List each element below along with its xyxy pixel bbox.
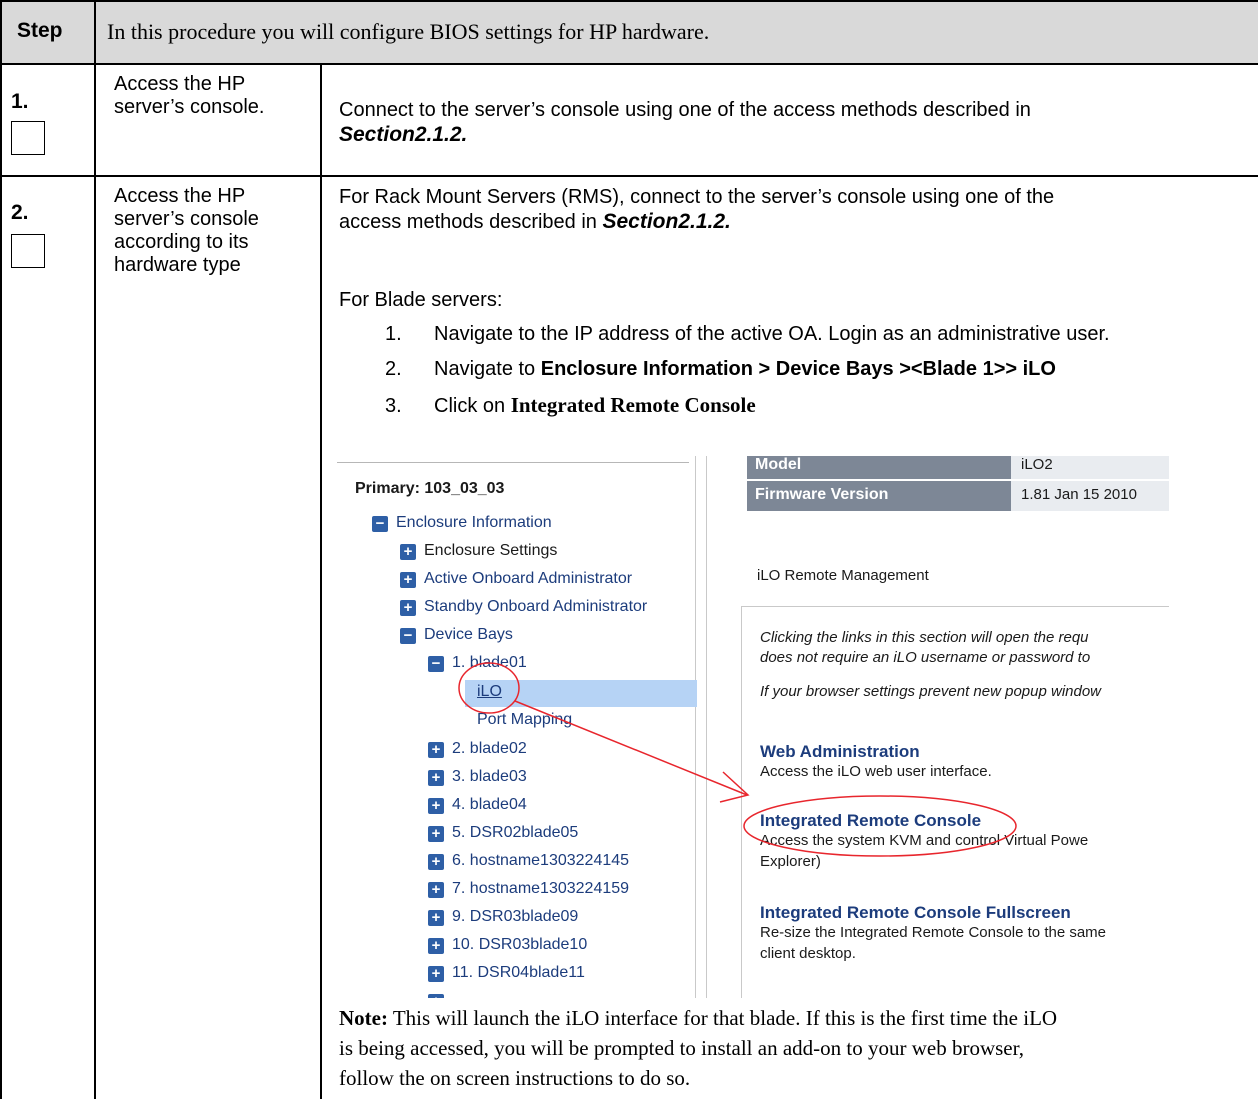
list-item-2-prefix: Navigate to (434, 358, 541, 380)
irc-annotation-circle (743, 795, 1017, 857)
note-label: Note: (339, 1006, 388, 1030)
step-2-desc-line3: according to its (114, 231, 249, 253)
list-item-3-bold: Integrated Remote Console (510, 393, 756, 417)
step-2-number: 2. (11, 201, 29, 224)
header-bottom-border (0, 63, 1258, 65)
step-2-checkbox[interactable] (11, 234, 45, 268)
annotation-arrow-line (514, 700, 748, 796)
oa-screenshot: Primary: 103_03_03 − Enclosure Informati… (337, 456, 1169, 998)
rms-section-ref: Section2.1.2. (602, 210, 731, 233)
list-item-2-text: Navigate to Enclosure Information > Devi… (434, 357, 1056, 381)
step-1-section-ref: Section2.1.2. (339, 123, 468, 146)
list-item-2-path: Enclosure Information > Device Bays ><Bl… (540, 358, 1056, 380)
step-1-text: Connect to the server’s console using on… (339, 99, 1031, 121)
step-2-desc-line4: hardware type (114, 254, 241, 276)
step-1-number: 1. (11, 90, 29, 113)
list-item-3-number: 3. (385, 395, 402, 417)
list-item-2-number: 2. (385, 358, 402, 380)
list-item-1-text: Navigate to the IP address of the active… (434, 323, 1110, 345)
table-top-border (0, 0, 1258, 2)
procedure-intro: In this procedure you will configure BIO… (107, 19, 710, 44)
note-line3: follow the on screen instructions to do … (339, 1066, 691, 1090)
step-1-checkbox[interactable] (11, 121, 45, 155)
list-item-1-number: 1. (385, 323, 402, 345)
list-item-3-prefix: Click on (434, 395, 511, 417)
table-left-border (0, 0, 2, 1099)
ilo-annotation-circle (458, 662, 520, 714)
col1-border (94, 0, 96, 1099)
note-text-1: This will launch the iLO interface for t… (387, 1006, 1058, 1030)
step-2-desc-line1: Access the HP (114, 185, 246, 207)
step-header: Step (17, 19, 63, 42)
blade-heading: For Blade servers: (339, 289, 503, 311)
rms-text-line2: access methods described in Section2.1.2… (339, 210, 731, 234)
step-2-desc-line2: server’s console (114, 208, 259, 230)
annotation-overlay (458, 662, 1017, 857)
step-1-description: Access the HP server’s console. (114, 73, 265, 118)
col2-border (320, 63, 322, 1099)
annotation-arrow-head (719, 771, 750, 803)
rms-text-prefix: access methods described in (339, 211, 597, 233)
procedure-table: Step In this procedure you will configur… (0, 0, 1258, 1099)
list-item-3-text: Click on Integrated Remote Console (434, 393, 756, 418)
note-line2: is being accessed, you will be prompted … (339, 1036, 1025, 1060)
note-line1: Note: This will launch the iLO interface… (339, 1006, 1057, 1030)
rms-text-line1: For Rack Mount Servers (RMS), connect to… (339, 186, 1055, 208)
row1-bottom-border (0, 175, 1258, 177)
